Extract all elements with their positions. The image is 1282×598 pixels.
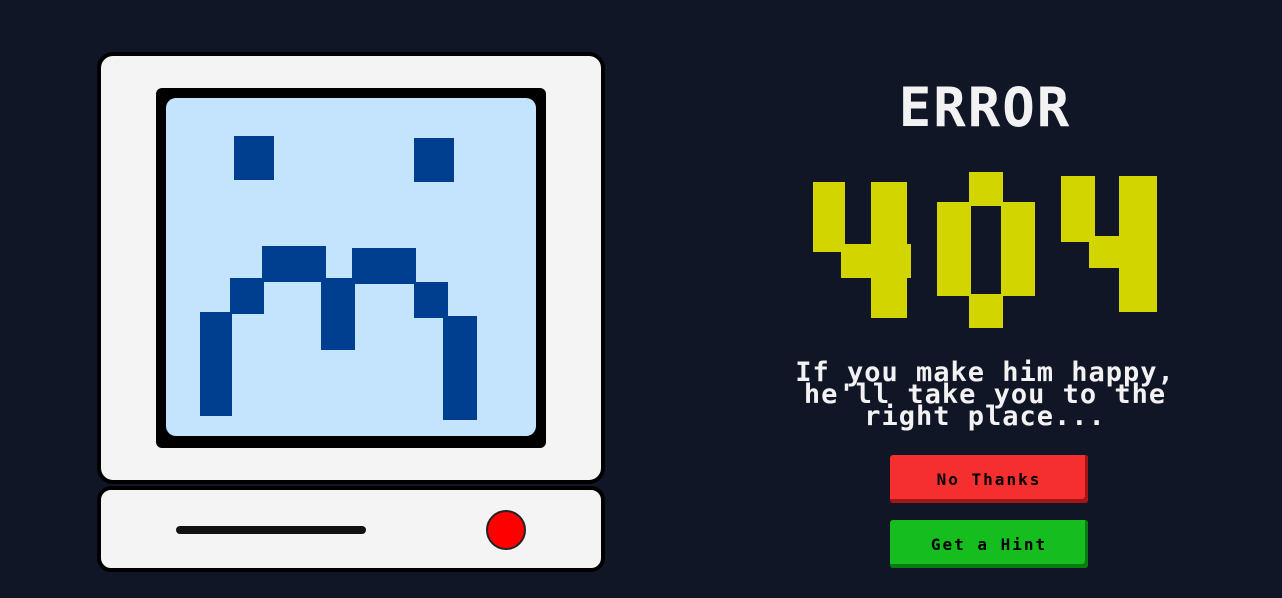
disk-slot — [176, 526, 366, 534]
code-digit-pixel — [1119, 176, 1157, 312]
code-digit-pixel — [813, 182, 845, 252]
code-digit-pixel — [871, 182, 907, 318]
face-right-eye — [414, 138, 454, 182]
error-heading: ERROR — [898, 76, 1072, 139]
face-mouth-pixel — [443, 316, 477, 420]
face-mouth-pixel — [321, 278, 355, 350]
code-digit-pixel — [1061, 176, 1095, 242]
face-mouth-pixel — [200, 312, 232, 416]
error-page: ERROR If you make him happy, he'll take … — [0, 0, 1282, 598]
code-digit-pixel — [1001, 202, 1035, 296]
monitor-screen[interactable] — [166, 98, 536, 436]
face-mouth-pixel — [262, 246, 326, 282]
code-digit-pixel — [969, 294, 1003, 328]
code-digit-pixel — [969, 172, 1003, 206]
face-mouth-pixel — [352, 248, 416, 284]
power-led-icon[interactable] — [486, 510, 526, 550]
error-message: If you make him happy, he'll take you to… — [730, 359, 1240, 430]
monitor-bezel — [156, 88, 546, 448]
computer-base — [97, 486, 605, 572]
computer-monitor — [97, 52, 605, 484]
code-digit-pixel — [937, 202, 971, 296]
face-mouth-pixel — [230, 278, 264, 314]
error-code — [805, 170, 1165, 330]
no-thanks-button[interactable]: No Thanks — [890, 455, 1088, 503]
face-mouth-pixel — [414, 282, 448, 318]
get-hint-button[interactable]: Get a Hint — [890, 520, 1088, 568]
face-left-eye — [234, 136, 274, 180]
